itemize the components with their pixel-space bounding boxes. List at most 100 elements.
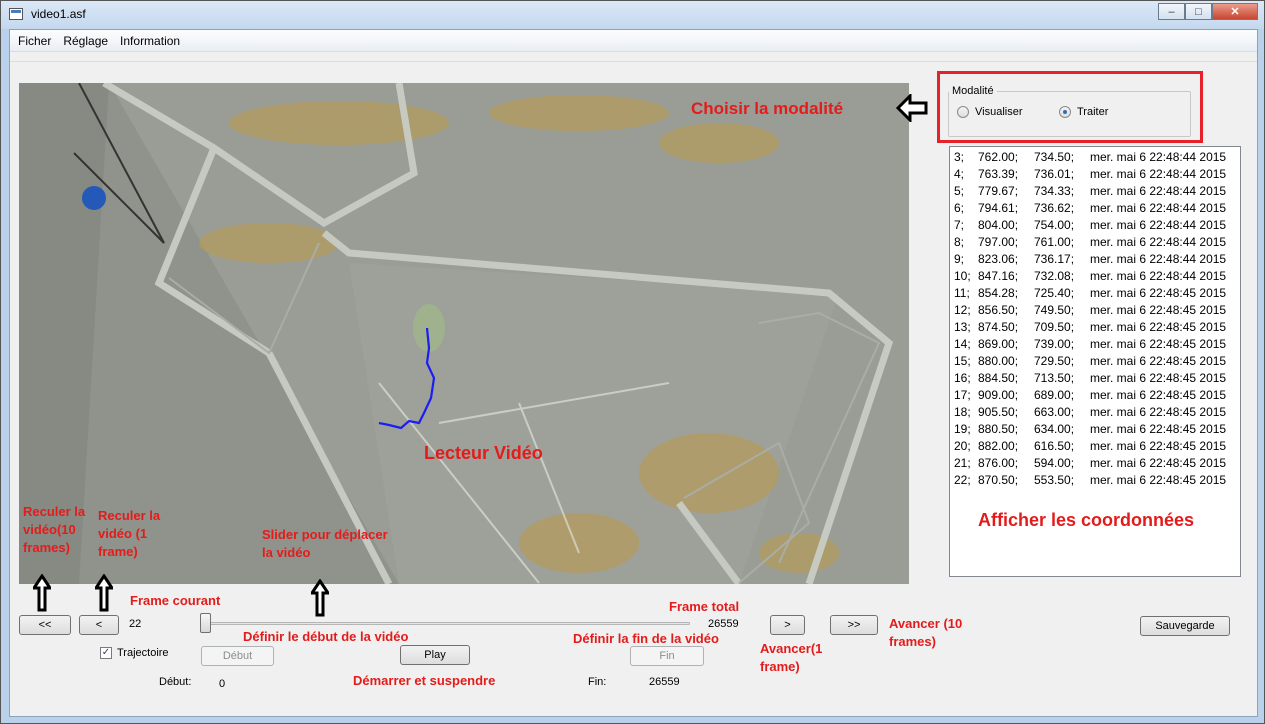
- coordinate-cell: mer. mai 6 22:48:45 2015: [1090, 456, 1227, 470]
- coordinate-cell: 762.00;: [978, 150, 1019, 164]
- title-bar: video1.asf – □ ✕: [1, 1, 1264, 29]
- save-button[interactable]: Sauvegarde: [1140, 616, 1230, 636]
- app-window: video1.asf – □ ✕ Ficher Réglage Informat…: [0, 0, 1265, 724]
- coordinate-cell: 880.50;: [978, 422, 1019, 436]
- coordinate-cell: 713.50;: [1034, 371, 1075, 385]
- coordinate-cell: 856.50;: [978, 303, 1019, 317]
- back-1-button[interactable]: <: [79, 615, 119, 635]
- coordinate-cell: mer. mai 6 22:48:44 2015: [1090, 184, 1227, 198]
- client-area: Ficher Réglage Information Lecteur Vidéo…: [9, 29, 1258, 717]
- coordinate-cell: 734.33;: [1034, 184, 1075, 198]
- play-button[interactable]: Play: [400, 645, 470, 665]
- arrow-up-icon: [311, 579, 329, 617]
- coordinate-row: 20; 882.00; 616.50; mer. mai 6 22:48:45 201…: [954, 438, 1240, 455]
- coordinate-cell: 12;: [954, 303, 971, 317]
- coordinate-cell: 22;: [954, 473, 971, 487]
- coordinate-cell: 749.50;: [1034, 303, 1075, 317]
- app-icon: [9, 8, 23, 20]
- modalite-annotation: Choisir la modalité: [691, 99, 844, 118]
- coordinate-cell: 553.50;: [1034, 473, 1075, 487]
- coordinate-row: 18; 905.50; 663.00; mer. mai 6 22:48:45 201…: [954, 404, 1240, 421]
- coordinate-cell: mer. mai 6 22:48:44 2015: [1090, 235, 1227, 249]
- coordinate-cell: 19;: [954, 422, 971, 436]
- play-annotation: Démarrer et suspendre: [353, 673, 496, 688]
- minimize-button[interactable]: –: [1158, 3, 1185, 20]
- coordinate-cell: 616.50;: [1034, 439, 1075, 453]
- coordinate-row: 19; 880.50; 634.00; mer. mai 6 22:48:45 201…: [954, 421, 1240, 438]
- current-frame-annotation: Frame courant: [130, 593, 221, 608]
- close-button[interactable]: ✕: [1212, 3, 1258, 20]
- coordinate-cell: 736.17;: [1034, 252, 1075, 266]
- coordinate-cell: 761.00;: [1034, 235, 1075, 249]
- back1-annotation: Reculer la vidéo (1 frame): [98, 508, 161, 559]
- coordinate-cell: 804.00;: [978, 218, 1019, 232]
- total-frames-value: 26559: [708, 618, 739, 630]
- coordinate-row: 17; 909.00; 689.00; mer. mai 6 22:48:45 201…: [954, 387, 1240, 404]
- coordinate-cell: 10;: [954, 269, 971, 283]
- coordinate-row: 21; 876.00; 594.00; mer. mai 6 22:48:45 201…: [954, 455, 1240, 472]
- menu-information[interactable]: Information: [114, 30, 186, 51]
- coordinate-cell: 797.00;: [978, 235, 1019, 249]
- coordinate-cell: mer. mai 6 22:48:45 2015: [1090, 337, 1227, 351]
- arrow-left-icon: [896, 94, 928, 122]
- coordinate-row: 11; 854.28; 725.40; mer. mai 6 22:48:45 201…: [954, 285, 1240, 302]
- checkbox-check-icon: ✓: [100, 647, 112, 659]
- coordinate-row: 16; 884.50; 713.50; mer. mai 6 22:48:45 201…: [954, 370, 1240, 387]
- coordinate-cell: 874.50;: [978, 320, 1019, 334]
- coordinate-row: 7; 804.00; 754.00; mer. mai 6 22:48:44 2015: [954, 217, 1240, 234]
- coordinate-cell: 16;: [954, 371, 971, 385]
- forward10-annotation: Avancer (10 frames): [889, 616, 963, 649]
- back-10-button[interactable]: <<: [19, 615, 71, 635]
- coordinate-cell: 729.50;: [1034, 354, 1075, 368]
- coordinate-cell: mer. mai 6 22:48:45 2015: [1090, 473, 1227, 487]
- coordinate-cell: 4;: [954, 167, 965, 181]
- coordinate-cell: 736.01;: [1034, 167, 1075, 181]
- trajectory-checkbox[interactable]: ✓ Trajectoire: [100, 647, 169, 659]
- set-end-button[interactable]: Fin: [630, 646, 704, 666]
- coordinate-cell: 17;: [954, 388, 971, 402]
- coordinate-row: 5; 779.67; 734.33; mer. mai 6 22:48:44 2015: [954, 183, 1240, 200]
- arrow-up-icon: [95, 574, 113, 612]
- slider-annotation: Slider pour déplacer la vidéo: [262, 527, 388, 560]
- start-value: 0: [219, 678, 226, 690]
- coordinate-cell: 689.00;: [1034, 388, 1075, 402]
- coordinate-cell: 884.50;: [978, 371, 1019, 385]
- coordinate-cell: 779.67;: [978, 184, 1019, 198]
- coordinate-row: 12; 856.50; 749.50; mer. mai 6 22:48:45 201…: [954, 302, 1240, 319]
- video-slider-thumb[interactable]: [200, 613, 211, 633]
- coordinate-cell: 5;: [954, 184, 965, 198]
- coordinate-row: 6; 794.61; 736.62; mer. mai 6 22:48:44 2015: [954, 200, 1240, 217]
- coordinate-cell: 736.62;: [1034, 201, 1075, 215]
- arrow-up-icon: [33, 574, 51, 612]
- toolbar-strip: [10, 52, 1257, 62]
- coordinate-cell: 18;: [954, 405, 971, 419]
- coordinate-cell: mer. mai 6 22:48:45 2015: [1090, 388, 1227, 402]
- start-label: Début:: [159, 676, 192, 688]
- end-label: Fin:: [588, 676, 607, 688]
- coordinate-cell: 847.16;: [978, 269, 1019, 283]
- coordinate-cell: mer. mai 6 22:48:44 2015: [1090, 150, 1227, 164]
- forward-10-button[interactable]: >>: [830, 615, 878, 635]
- coordinate-cell: 634.00;: [1034, 422, 1075, 436]
- coordinate-row: 3; 762.00; 734.50; mer. mai 6 22:48:44 2015: [954, 149, 1240, 166]
- set-start-button[interactable]: Début: [201, 646, 274, 666]
- menu-reglage[interactable]: Réglage: [57, 30, 114, 51]
- coordinate-cell: 21;: [954, 456, 971, 470]
- video-slider-track[interactable]: [200, 622, 690, 625]
- video-annotation: Lecteur Vidéo: [424, 443, 543, 463]
- menu-bar: Ficher Réglage Information: [10, 30, 1257, 52]
- maximize-button[interactable]: □: [1185, 3, 1212, 20]
- coordinate-cell: 880.00;: [978, 354, 1019, 368]
- coordinate-cell: 876.00;: [978, 456, 1019, 470]
- coordinate-cell: mer. mai 6 22:48:44 2015: [1090, 218, 1227, 232]
- forward-1-button[interactable]: >: [770, 615, 805, 635]
- coordinate-cell: 663.00;: [1034, 405, 1075, 419]
- current-frame-value: 22: [129, 618, 142, 630]
- coordinate-cell: 9;: [954, 252, 965, 266]
- coordinate-cell: 870.50;: [978, 473, 1019, 487]
- coordinate-cell: mer. mai 6 22:48:45 2015: [1090, 303, 1227, 317]
- coordinate-cell: 14;: [954, 337, 971, 351]
- menu-ficher[interactable]: Ficher: [12, 30, 57, 51]
- window-title: video1.asf: [31, 7, 86, 21]
- coordinate-cell: 6;: [954, 201, 965, 215]
